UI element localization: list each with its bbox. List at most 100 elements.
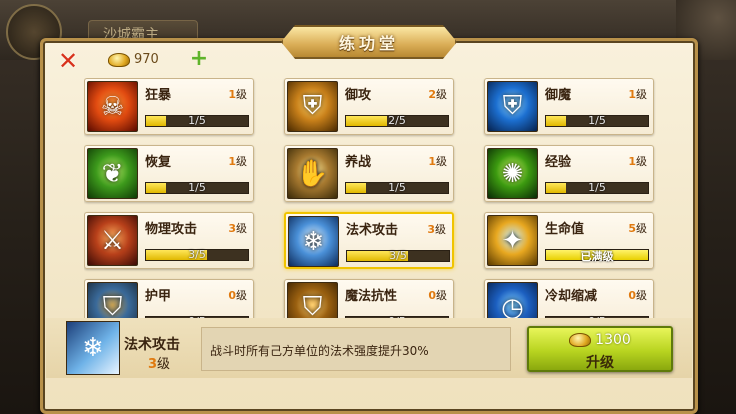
- skill-level-suffix: 级: [236, 289, 247, 302]
- skill-progress-text: 已满级: [580, 250, 614, 263]
- skill-name: 恢复: [145, 155, 172, 170]
- skill-name: 生命值: [545, 222, 585, 237]
- skill-progress-text: 1/5: [588, 181, 606, 194]
- upgrade-label: 升级: [586, 355, 614, 371]
- selected-skill-name: 法术攻击: [124, 337, 180, 353]
- skill-card[interactable]: ⛉魔法抗性0级0/5: [284, 279, 454, 318]
- skill-level: 2级: [428, 86, 447, 102]
- skill-level-number: 1: [228, 155, 236, 168]
- skill-level-number: 1: [628, 88, 636, 101]
- glowing-figure-icon: ✦: [487, 215, 538, 266]
- skill-card[interactable]: ⛨ 御攻 2级 2/5: [284, 78, 454, 135]
- upgrade-cost-value: 1300: [595, 332, 631, 348]
- skill-level-number: 3: [228, 222, 236, 235]
- demon-warrior-icon: ⚔: [87, 215, 138, 266]
- gold-ingot-icon: [569, 333, 592, 347]
- skill-level-number: 1: [628, 155, 636, 168]
- skill-progress-text: 1/5: [188, 181, 206, 194]
- green-swirl-icon: ✺: [487, 148, 538, 199]
- skill-level-suffix: 级: [636, 222, 647, 235]
- selected-level-number: 3: [148, 357, 158, 372]
- skill-progress-bar: 1/5: [145, 181, 249, 194]
- selected-skill-level: 3级: [148, 353, 170, 372]
- skill-level-suffix: 级: [436, 289, 447, 302]
- skill-name: 御魔: [545, 88, 572, 103]
- skill-grid: ☠ 狂暴 1级 1/5 ⛨ 御攻 2级 2/5 ⛨ 御魔 1级 1/5 ❦ 恢复 1级 1/5 ✋ 养战 1级 1/5…: [84, 78, 656, 318]
- skill-card[interactable]: ✋ 养战 1级 1/5: [284, 145, 454, 202]
- ice-wave-icon: ❄: [288, 216, 339, 267]
- skill-level: 0级: [428, 287, 447, 303]
- gold-ingot-icon: [108, 52, 130, 67]
- skill-level-suffix: 级: [436, 155, 447, 168]
- skill-name: 经验: [545, 155, 572, 170]
- skill-progress-bar: 1/5: [145, 114, 249, 127]
- clock-icon: ◷: [487, 282, 538, 318]
- add-gold-plus-icon[interactable]: +: [189, 48, 209, 70]
- gold-display: 970: [108, 52, 159, 67]
- armor-icon: ⛉: [87, 282, 138, 318]
- skill-level-suffix: 级: [636, 289, 647, 302]
- skill-progress-bar: 3/5: [145, 248, 249, 261]
- skill-description: 战斗时所有己方单位的法术强度提升30%: [201, 327, 511, 371]
- skill-card[interactable]: ✺ 经验 1级 1/5: [484, 145, 654, 202]
- skill-level-number: 0: [628, 289, 636, 302]
- skill-level-number: 5: [628, 222, 636, 235]
- skill-progress-text: 3/5: [389, 249, 407, 262]
- skill-card[interactable]: ⛉护甲0级0/5: [84, 279, 254, 318]
- blue-shield-icon: ⛨: [487, 81, 538, 132]
- skill-name: 冷却缩减: [545, 289, 598, 304]
- skill-level-suffix: 级: [636, 155, 647, 168]
- skill-progress-text: 1/5: [588, 114, 606, 127]
- skill-card[interactable]: ✦ 生命值 5级已满级: [484, 212, 654, 269]
- skill-card[interactable]: ❄ 法术攻击 3级 3/5: [284, 212, 454, 269]
- skill-progress-bar: 1/5: [545, 181, 649, 194]
- selected-level-suffix: 级: [157, 357, 171, 372]
- skill-name: 御攻: [345, 88, 372, 103]
- skill-level: 1级: [228, 153, 247, 169]
- skill-level-number: 2: [428, 88, 436, 101]
- upgrade-button[interactable]: 1300 升级: [527, 326, 673, 372]
- skill-name: 物理攻击: [145, 222, 198, 237]
- panel-title-plate: 练功堂: [281, 25, 457, 59]
- skill-level: 5级: [628, 220, 647, 236]
- skill-level: 1级: [428, 153, 447, 169]
- skill-card[interactable]: ⚔ 物理攻击 3级 3/5: [84, 212, 254, 269]
- skill-card[interactable]: ☠ 狂暴 1级 1/5: [84, 78, 254, 135]
- panel-title: 练功堂: [338, 34, 399, 53]
- skill-progress-text: 2/5: [388, 114, 406, 127]
- skill-level-number: 1: [428, 155, 436, 168]
- skill-level-suffix: 级: [236, 88, 247, 101]
- skill-progress-text: 1/5: [388, 181, 406, 194]
- skill-level: 0级: [228, 287, 247, 303]
- skill-level-suffix: 级: [436, 88, 447, 101]
- skill-card[interactable]: ⛨ 御魔 1级 1/5: [484, 78, 654, 135]
- skill-name: 护甲: [145, 289, 172, 304]
- skill-level: 3级: [228, 220, 247, 236]
- upgrade-cost: 1300: [529, 332, 671, 348]
- skill-level-suffix: 级: [636, 88, 647, 101]
- skill-name: 养战: [345, 155, 372, 170]
- glowing-hands-icon: ✋: [287, 148, 338, 199]
- skill-level: 1级: [228, 86, 247, 102]
- skill-level: 0级: [628, 287, 647, 303]
- close-icon[interactable]: ✕: [56, 49, 80, 74]
- skill-progress-bar: 1/5: [345, 181, 449, 194]
- skill-name: 法术攻击: [346, 223, 399, 238]
- magic-resist-icon: ⛉: [287, 282, 338, 318]
- skill-name: 魔法抗性: [345, 289, 398, 304]
- skill-card[interactable]: ◷冷却缩减0级0/5: [484, 279, 654, 318]
- selected-skill-icon: ❄: [66, 321, 120, 375]
- skill-name: 狂暴: [145, 88, 172, 103]
- skill-level-number: 0: [228, 289, 236, 302]
- skill-card[interactable]: ❦ 恢复 1级 1/5: [84, 145, 254, 202]
- skill-progress-text: 1/5: [188, 114, 206, 127]
- skill-progress-bar: 2/5: [345, 114, 449, 127]
- skill-progress-bar: 3/5: [346, 249, 450, 262]
- skill-progress-bar: 1/5: [545, 114, 649, 127]
- green-leaf-icon: ❦: [87, 148, 138, 199]
- skill-progress-bar: 已满级: [545, 249, 649, 263]
- skill-level: 1级: [628, 153, 647, 169]
- skill-level-suffix: 级: [236, 155, 247, 168]
- rage-face-icon: ☠: [87, 81, 138, 132]
- skill-level-suffix: 级: [236, 222, 247, 235]
